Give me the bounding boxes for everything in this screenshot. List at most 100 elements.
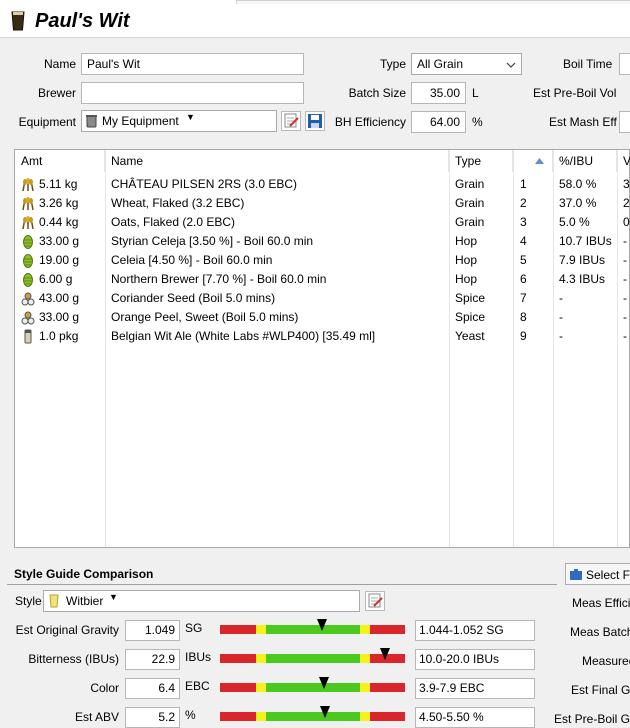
table-row[interactable]: 5.11 kg CHÂTEAU PILSEN 2RS (3.0 EBC) Grain… [15, 175, 630, 194]
metric-unit: % [185, 708, 196, 722]
column-header-name[interactable]: Name [105, 150, 449, 172]
brewer-label: Brewer [37, 86, 76, 100]
order-cell: 5 [520, 253, 527, 267]
metric-value: 6.4 [125, 678, 180, 699]
order-cell: 3 [520, 215, 527, 229]
pct-ibu-cell: - [559, 329, 563, 343]
pct-ibu-cell: 4.3 IBUs [559, 272, 606, 286]
type-cell: Hop [455, 272, 478, 286]
range-bar-segment [220, 654, 256, 663]
column-header-amt[interactable]: Amt [15, 150, 105, 172]
range-bar-segment [220, 712, 256, 721]
metric-range: 10.0-20.0 IBUs [415, 649, 535, 670]
order-cell: 2 [520, 196, 527, 210]
amount-cell: 0.44 kg [39, 215, 79, 229]
table-row[interactable]: 3.26 kg Wheat, Flaked (3.2 EBC) Grain 2 37.0… [15, 194, 630, 213]
pct-ibu-cell: 7.9 IBUs [559, 253, 606, 267]
measurement-label: Meas Effici [572, 596, 630, 610]
table-row[interactable]: 33.00 g Styrian Celeja [3.50 %] - Boil 60… [15, 232, 630, 251]
range-bar-segment [360, 683, 370, 692]
range-bar-segment [360, 625, 370, 634]
range-bar-segment [256, 712, 266, 721]
range-bar-segment [266, 625, 360, 634]
batch-size-label: Batch Size [348, 86, 406, 100]
name-field[interactable]: Paul's Wit [81, 53, 304, 75]
grain-icon [21, 215, 35, 230]
metric-value: 1.049 [125, 620, 180, 641]
type-dropdown[interactable]: All Grain [411, 53, 522, 75]
puzzle-icon [570, 569, 582, 580]
order-cell: 4 [520, 234, 527, 248]
hop-icon [21, 253, 35, 268]
amount-cell: 5.11 kg [39, 177, 78, 191]
type-cell: Grain [455, 196, 485, 210]
ingredients-table[interactable]: Amt Name Type %/IBU V 5.11 kg CHÂTEAU PIL… [14, 149, 630, 548]
name-cell: Styrian Celeja [3.50 %] - Boil 60.0 min [111, 234, 314, 248]
checklist-edit-icon [368, 593, 383, 608]
table-row[interactable]: 33.00 g Orange Peel, Sweet (Boil 5.0 mins… [15, 308, 630, 327]
spice-icon [21, 291, 35, 306]
style-range-bar [220, 683, 405, 692]
range-bar-segment [370, 625, 405, 634]
column-header-pct-ibu[interactable]: %/IBU [553, 150, 617, 172]
pct-ibu-cell: 58.0 % [559, 177, 597, 191]
type-label: Type [379, 57, 406, 71]
extra-cell: - [623, 329, 627, 343]
style-dropdown[interactable]: Witbier ▼ [43, 590, 360, 612]
recipe-title: Paul's Wit [35, 10, 130, 32]
range-bar-segment [220, 683, 256, 692]
style-range-bar [220, 625, 405, 634]
edit-style-button[interactable] [365, 591, 385, 611]
name-cell: Oats, Flaked (2.0 EBC) [111, 215, 236, 229]
range-bar-segment [266, 683, 360, 692]
boil-time-label: Boil Time [563, 57, 613, 71]
column-header-type[interactable]: Type [449, 150, 513, 172]
table-row[interactable]: 6.00 g Northern Brewer [7.70 %] - Boil 60… [15, 270, 630, 289]
metric-range: 4.50-5.50 % [415, 707, 535, 728]
batch-size-field[interactable]: 35.00 [411, 82, 466, 104]
order-cell: 9 [520, 329, 527, 343]
style-range-bar [220, 654, 405, 663]
est-mash-eff-field[interactable] [619, 111, 630, 133]
extra-cell: - [623, 310, 627, 324]
style-range-bar [220, 712, 405, 721]
metric-label: Est ABV [74, 710, 119, 724]
order-cell: 8 [520, 310, 527, 324]
table-row[interactable]: 1.0 pkg Belgian Wit Ale (White Labs #WLP4… [15, 327, 630, 346]
name-cell: Northern Brewer [7.70 %] - Boil 60.0 min [111, 272, 327, 286]
table-row[interactable]: 19.00 g Celeia [4.50 %] - Boil 60.0 min Ho… [15, 251, 630, 270]
column-header-order[interactable] [513, 150, 553, 172]
extra-cell: - [623, 291, 627, 305]
table-row[interactable]: 43.00 g Coriander Seed (Boil 5.0 mins) Spi… [15, 289, 630, 308]
boil-time-field[interactable] [619, 53, 630, 75]
select-style-button[interactable]: Select Fi [565, 563, 630, 585]
metric-unit: IBUs [185, 650, 212, 664]
metric-unit: EBC [185, 679, 210, 693]
brewer-field[interactable] [81, 82, 304, 104]
equipment-label: Equipment [18, 115, 76, 129]
bh-efficiency-field[interactable]: 64.00 [411, 111, 466, 133]
amount-cell: 33.00 g [39, 234, 80, 248]
batch-size-unit: L [472, 86, 479, 100]
tab-strip-edge [236, 0, 630, 4]
name-cell: Wheat, Flaked (3.2 EBC) [111, 196, 245, 210]
checklist-edit-icon [284, 113, 299, 128]
measurement-label: Est Final Gr [571, 683, 630, 697]
range-bar-segment [370, 683, 405, 692]
metric-value: 5.2 [125, 707, 180, 728]
edit-equipment-button[interactable] [281, 111, 301, 131]
beer-glass-icon [11, 11, 25, 31]
extra-cell: 2 [623, 196, 630, 210]
column-header-extra[interactable]: V [617, 150, 630, 172]
yeast-icon [21, 329, 35, 344]
value-marker-icon [319, 677, 329, 689]
type-cell: Hop [455, 253, 478, 267]
table-row[interactable]: 0.44 kg Oats, Flaked (2.0 EBC) Grain 3 5.0 %… [15, 213, 630, 232]
equipment-dropdown[interactable]: My Equipment ▼ [81, 110, 277, 132]
select-style-label: Select Fi [586, 568, 630, 582]
pct-ibu-cell: - [559, 291, 563, 305]
est-pre-boil-vol-label: Est Pre-Boil Vol [533, 86, 617, 100]
name-cell: Belgian Wit Ale (White Labs #WLP400) [35… [111, 329, 376, 343]
style-value: Witbier [66, 594, 104, 608]
chevron-down-icon [506, 62, 516, 68]
